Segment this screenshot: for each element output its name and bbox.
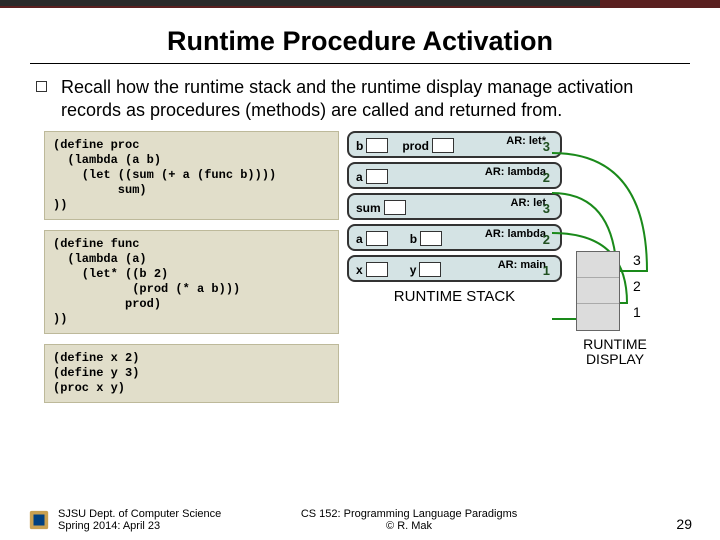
display-cell: 3 [577,252,619,278]
var-box [419,262,441,277]
code-column: (define proc (lambda (a b) (let ((sum (+… [44,131,339,403]
var-box [366,169,388,184]
var-label: x [356,263,363,277]
var-box [432,138,454,153]
ar-num: 1 [543,263,550,278]
stack-caption: RUNTIME STACK [347,288,562,305]
var-box [366,138,388,153]
var-label: b [356,139,363,153]
code-block-proc: (define proc (lambda (a b) (let ((sum (+… [44,131,339,220]
ar-label: AR: main [498,259,546,271]
display-boxes: 3 2 1 [576,251,620,331]
bullet-text: Recall how the runtime stack and the run… [61,76,684,121]
var-box [366,262,388,277]
slide-number: 29 [676,516,692,532]
code-block-func: (define func (lambda (a) (let* ((b 2) (p… [44,230,339,334]
ar-label: AR: let* [506,135,546,147]
stack-frame: a AR: lambda 2 [347,162,562,189]
ar-num: 3 [543,201,550,216]
code-block-main: (define x 2) (define y 3) (proc x y) [44,344,339,403]
var-label: sum [356,201,381,215]
var-box [420,231,442,246]
stack-frame: x y AR: main 1 [347,255,562,282]
ar-num: 2 [543,232,550,247]
title-divider [30,63,690,64]
var-label: a [356,232,363,246]
display-index: 2 [633,278,641,294]
slide-footer: SJSU Dept. of Computer Science Spring 20… [0,508,720,532]
bullet-square-icon [36,81,47,92]
content-row: (define proc (lambda (a b) (let ((sum (+… [44,131,684,403]
display-index: 1 [633,304,641,320]
var-box [366,231,388,246]
runtime-stack: b prod AR: let* 3 a AR: lambda 2 sum AR:… [347,131,562,305]
bullet-item: Recall how the runtime stack and the run… [36,76,684,121]
display-caption: RUNTIME DISPLAY [570,337,660,368]
ar-num: 2 [543,170,550,185]
display-cell: 2 [577,278,619,304]
stack-frame: a b AR: lambda 2 [347,224,562,251]
slide-title: Runtime Procedure Activation [0,26,720,57]
runtime-display: 3 2 1 RUNTIME DISPLAY [570,251,660,368]
footer-dept: SJSU Dept. of Computer Science Spring 20… [58,508,221,532]
footer-course: CS 152: Programming Language Paradigms ©… [301,508,517,532]
stack-frame: sum AR: let 3 [347,193,562,220]
slide-top-accent [0,0,720,8]
var-label: prod [402,139,429,153]
ar-label: AR: let [511,197,546,209]
ar-label: AR: lambda [485,228,546,240]
slide-body: Recall how the runtime stack and the run… [0,76,720,403]
var-label: a [356,170,363,184]
var-label: b [410,232,417,246]
var-label: y [410,263,417,277]
stack-frame: b prod AR: let* 3 [347,131,562,158]
ar-label: AR: lambda [485,166,546,178]
ar-num: 3 [543,139,550,154]
var-box [384,200,406,215]
display-cell: 1 [577,304,619,330]
sjsu-logo-icon [28,509,50,531]
display-index: 3 [633,252,641,268]
